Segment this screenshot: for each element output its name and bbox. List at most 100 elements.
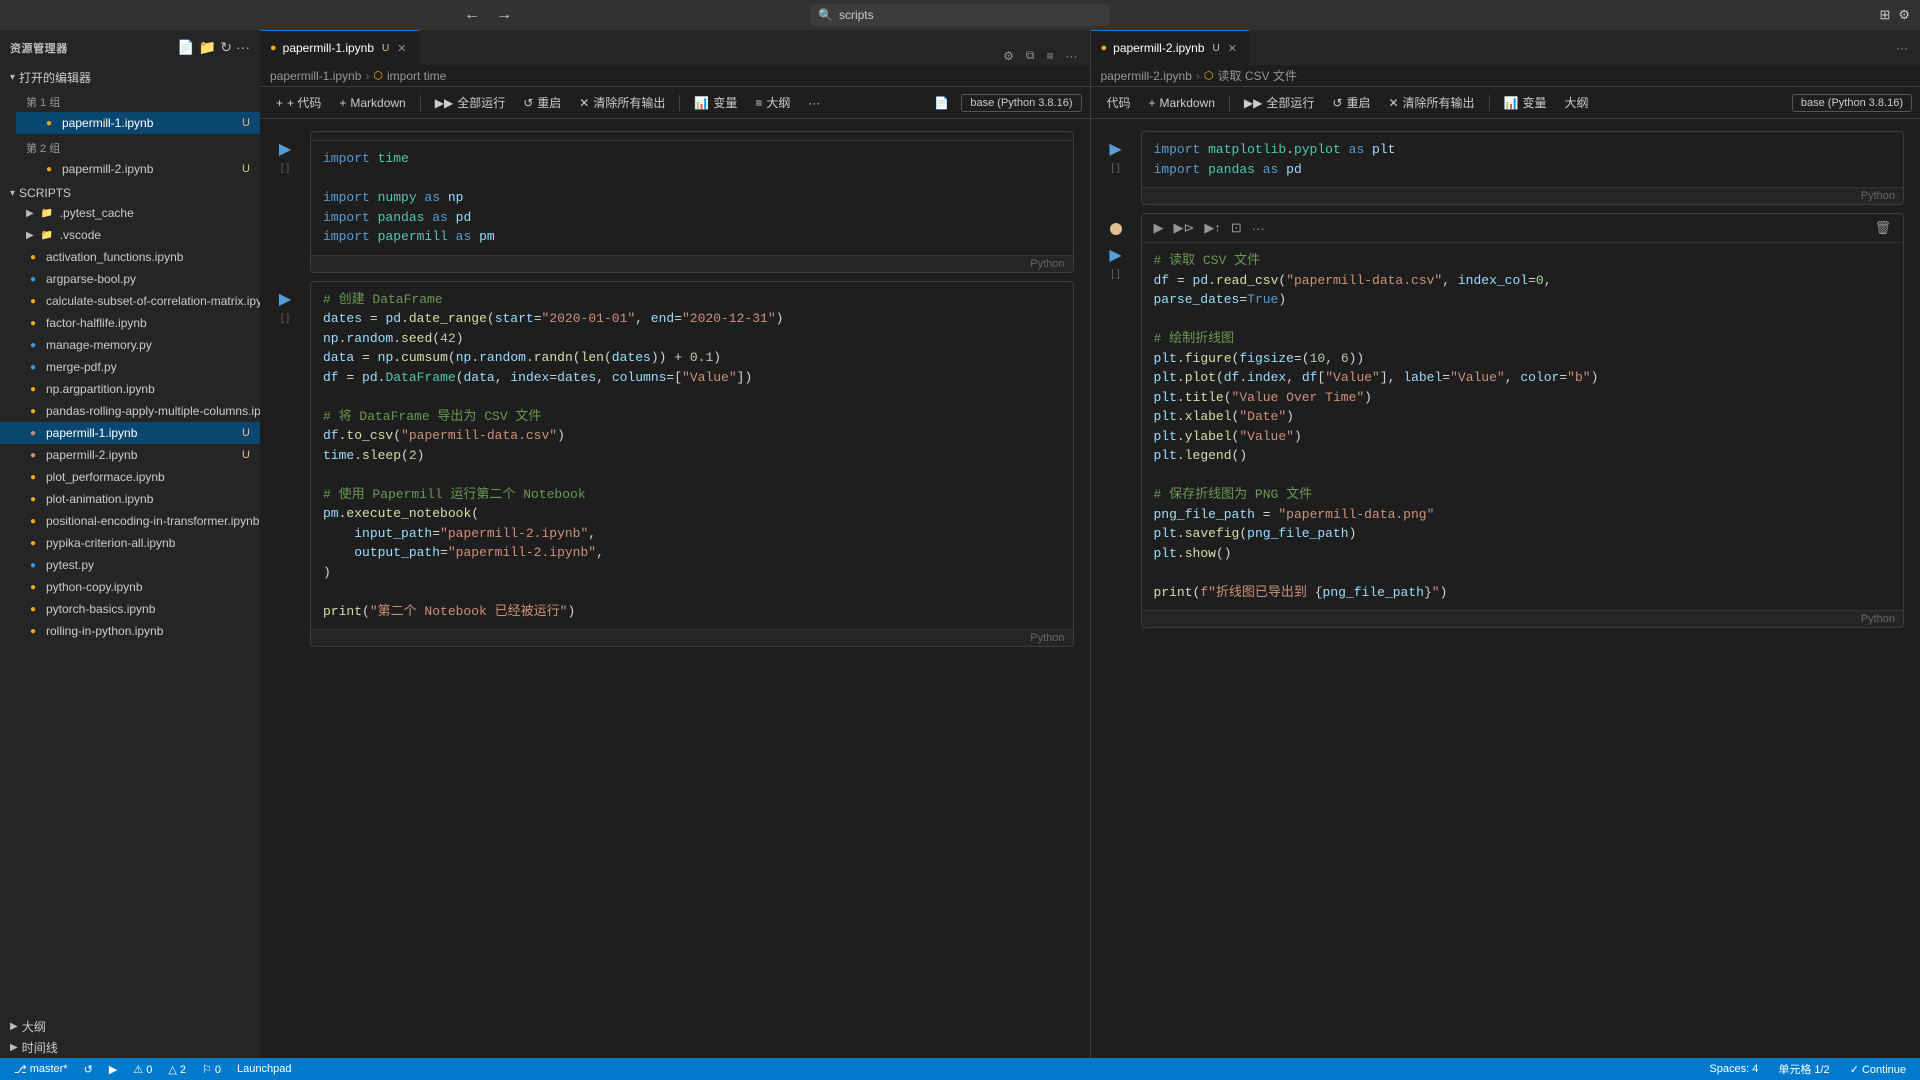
cell-run-mini-btn[interactable]: ▶ <box>1150 218 1168 238</box>
cell-body-2-1[interactable]: import matplotlib.pyplot as plt import p… <box>1141 131 1905 205</box>
title-bar-search[interactable]: 🔍 scripts <box>810 4 1110 26</box>
restart-button-2[interactable]: ↺ 重启 <box>1324 91 1378 114</box>
warnings-status[interactable]: △ 2 <box>164 1063 190 1076</box>
run-all-button[interactable]: ▶▶ 全部运行 <box>427 91 513 114</box>
tab-label-2: papermill-2.ipynb <box>1113 41 1204 55</box>
sync-status[interactable]: ↺ <box>80 1063 97 1076</box>
nav-back-button[interactable]: ← <box>460 4 484 26</box>
timeline-section-header[interactable]: ▶ 时间线 <box>0 1037 260 1058</box>
scripts-section-header[interactable]: ▾ SCRIPTS <box>0 184 260 202</box>
sidebar-item-papermill2[interactable]: ● papermill-2.ipynb U <box>0 444 260 466</box>
clear-outputs-button[interactable]: ✕ 清除所有输出 <box>571 91 673 114</box>
sidebar-item-activation[interactable]: ● activation_functions.ipynb <box>0 246 260 268</box>
breadcrumb-item-2[interactable]: import time <box>387 69 446 83</box>
timeline-label: 时间线 <box>22 1039 58 1056</box>
sidebar-item-rolling[interactable]: ● rolling-in-python.ipynb <box>0 620 260 642</box>
nav-forward-button[interactable]: → <box>492 4 516 26</box>
breadcrumb-item-2-1[interactable]: papermill-2.ipynb <box>1101 69 1192 83</box>
launchpad-status[interactable]: Launchpad <box>233 1063 295 1075</box>
breadcrumb-1: papermill-1.ipynb › ⬡ import time <box>260 65 1090 87</box>
issues-status[interactable]: ⚐ 0 <box>198 1063 225 1076</box>
continue-status[interactable]: ✓ Continue <box>1846 1063 1910 1076</box>
tab-close-button[interactable]: ✕ <box>395 40 408 57</box>
tab-papermill2[interactable]: ● papermill-2.ipynb U ✕ <box>1091 30 1251 65</box>
more-toolbar-button[interactable]: ··· <box>800 93 828 113</box>
spaces-status[interactable]: Spaces: 4 <box>1705 1063 1762 1075</box>
sidebar-item-python-copy[interactable]: ● python-copy.ipynb <box>0 576 260 598</box>
sidebar-item-manage[interactable]: ● manage-memory.py <box>0 334 260 356</box>
cell-delete-btn[interactable]: 🗑 <box>1870 218 1895 238</box>
cell-run-button-2-2[interactable]: ▶ <box>1107 243 1123 267</box>
sidebar-item-factor[interactable]: ● factor-halflife.ipynb <box>0 312 260 334</box>
cell-expand-btn[interactable]: ⊡ <box>1227 218 1246 238</box>
file-icon-btn[interactable]: 📄 <box>926 93 957 113</box>
collapse-icon[interactable]: ··· <box>236 39 250 56</box>
add-markdown-button[interactable]: + Markdown <box>331 93 413 113</box>
sidebar-item-pypika[interactable]: ● pypika-criterion-all.ipynb <box>0 532 260 554</box>
sidebar-item-pytest[interactable]: ● pytest.py <box>0 554 260 576</box>
run-status[interactable]: ▶ <box>105 1063 121 1076</box>
sidebar-item-plot-perf[interactable]: ● plot_performace.ipynb <box>0 466 260 488</box>
cell-run-button-2-1[interactable]: ▶ <box>1107 137 1123 161</box>
group1-label: 第 1 组 <box>16 88 260 112</box>
cell-run-button-2[interactable]: ▶ <box>277 287 293 311</box>
sidebar-item-papermill1-editor[interactable]: ● papermill-1.ipynb U <box>16 112 260 134</box>
outline-toolbar-button-2[interactable]: 大纲 <box>1557 91 1597 114</box>
open-editors-header[interactable]: ▾ 打开的编辑器 <box>0 67 260 88</box>
outline-label: 大纲 <box>22 1018 46 1035</box>
sidebar-item-merge[interactable]: ● merge-pdf.py <box>0 356 260 378</box>
layout-icon[interactable]: ⊞ <box>1879 7 1890 23</box>
branch-status[interactable]: ⎇ master* <box>10 1063 72 1076</box>
add-code-label: + 代码 <box>287 94 321 111</box>
branch-name: master* <box>30 1063 68 1075</box>
sidebar-item-plot-anim[interactable]: ● plot-animation.ipynb <box>0 488 260 510</box>
outline-section-header[interactable]: ▶ 大纲 <box>0 1016 260 1037</box>
outline-toolbar-button[interactable]: ≡ 大纲 <box>747 91 798 114</box>
kernel-badge-2[interactable]: base (Python 3.8.16) <box>1792 94 1912 112</box>
cell-more-btn[interactable]: ··· <box>1248 218 1269 238</box>
sidebar-item-pytorch[interactable]: ● pytorch-basics.ipynb <box>0 598 260 620</box>
clear-outputs-button-2[interactable]: ✕ 清除所有输出 <box>1380 91 1482 114</box>
tab-papermill1[interactable]: ● papermill-1.ipynb U ✕ <box>260 30 420 65</box>
sidebar-item-pandas[interactable]: ● pandas-rolling-apply-multiple-columns.… <box>0 400 260 422</box>
run-all-button-2[interactable]: ▶▶ 全部运行 <box>1236 91 1322 114</box>
more-button[interactable]: ··· <box>1062 46 1082 65</box>
new-file-icon[interactable]: 📄 <box>177 39 194 56</box>
launchpad-label: Launchpad <box>237 1063 291 1075</box>
refresh-icon[interactable]: ↻ <box>220 39 232 56</box>
cell-info-status[interactable]: 单元格 1/2 <box>1774 1061 1833 1077</box>
sidebar-item-pytest-cache[interactable]: ▶ 📁 .pytest_cache <box>0 202 260 224</box>
sidebar-item-argparse[interactable]: ● argparse-bool.py <box>0 268 260 290</box>
errors-status[interactable]: ⚠ 0 <box>129 1063 156 1076</box>
split-button[interactable]: ⧉ <box>1022 46 1039 65</box>
sidebar-item-nparg[interactable]: ● np.argpartition.ipynb <box>0 378 260 400</box>
tab-close-button-2[interactable]: ✕ <box>1226 40 1239 57</box>
cell-run-next-btn[interactable]: ▶⊳ <box>1170 218 1199 238</box>
kernel-badge[interactable]: base (Python 3.8.16) <box>961 94 1081 112</box>
add-markdown-button-2[interactable]: + Markdown <box>1141 93 1223 113</box>
add-code-button-2[interactable]: 代码 <box>1099 91 1139 114</box>
sidebar-item-papermill2-editor[interactable]: ● papermill-2.ipynb U <box>16 158 260 180</box>
cell-run-above-btn[interactable]: ▶↑ <box>1200 218 1225 238</box>
variables-button-2[interactable]: 📊 变量 <box>1496 91 1555 114</box>
sidebar-item-papermill1[interactable]: ● papermill-1.ipynb U <box>0 422 260 444</box>
cell-body-1[interactable]: import time import numpy as np import pa… <box>310 131 1074 273</box>
more-button-2[interactable]: ··· <box>1892 30 1912 65</box>
outline-button[interactable]: ≡ <box>1042 46 1057 65</box>
variables-button[interactable]: 📊 变量 <box>686 91 745 114</box>
status-bar: ⎇ master* ↺ ▶ ⚠ 0 △ 2 ⚐ 0 Launchpad Spac… <box>0 1058 1920 1080</box>
new-folder-icon[interactable]: 📁 <box>199 39 216 56</box>
cell-body-2[interactable]: # 创建 DataFrame dates = pd.date_range(sta… <box>310 281 1074 648</box>
sidebar-item-vscode[interactable]: ▶ 📁 .vscode <box>0 224 260 246</box>
settings-button[interactable]: ⚙ <box>999 46 1018 65</box>
add-code-button[interactable]: + + 代码 <box>268 91 329 114</box>
cell-body-2-2[interactable]: ▶ ▶⊳ ▶↑ ⊡ ··· 🗑 # 读取 CSV 文件 df = pd.read… <box>1141 213 1905 628</box>
sidebar-item-positional[interactable]: ● positional-encoding-in-transformer.ipy… <box>0 510 260 532</box>
sidebar-item-calculate[interactable]: ● calculate-subset-of-correlation-matrix… <box>0 290 260 312</box>
restart-button[interactable]: ↺ 重启 <box>515 91 569 114</box>
breadcrumb-item-1[interactable]: papermill-1.ipynb <box>270 69 361 83</box>
cell-run-button-1[interactable]: ▶ <box>277 137 293 161</box>
settings-icon[interactable]: ⚙ <box>1898 7 1910 23</box>
breadcrumb-item-2-2[interactable]: 读取 CSV 文件 <box>1218 67 1297 84</box>
modified-badge: U <box>242 449 250 461</box>
